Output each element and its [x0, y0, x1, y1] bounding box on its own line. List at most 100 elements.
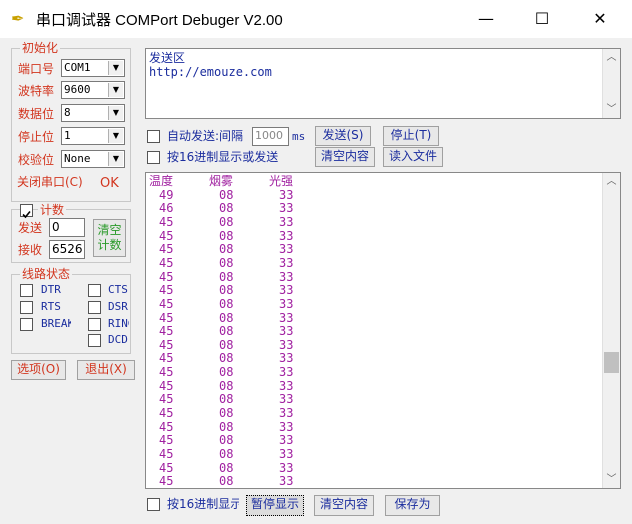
data-cell: 45 [159, 460, 174, 475]
close-port-button[interactable]: 关闭串口(C) [17, 174, 95, 194]
chevron-down-icon[interactable]: ▼ [108, 61, 123, 75]
ring-checkbox[interactable] [88, 318, 101, 331]
stopbits-select[interactable]: 1 ▼ [61, 127, 125, 145]
chevron-down-icon[interactable]: ▼ [108, 83, 123, 97]
data-cell: 45 [159, 269, 174, 284]
data-cell: 33 [279, 474, 294, 489]
scroll-up-icon[interactable]: ︿ [603, 49, 620, 66]
dsr-label: DSR [108, 300, 128, 313]
data-cell: 08 [219, 214, 234, 229]
baud-select[interactable]: 9600 ▼ [61, 81, 125, 99]
auto-send-checkbox[interactable] [147, 130, 160, 143]
line-status-title: 线路状态 [20, 266, 73, 282]
clear-count-button[interactable]: 清空计数 [93, 219, 126, 257]
data-cell: 45 [159, 406, 174, 421]
port-value: COM1 [64, 61, 91, 74]
column-header: 温度 [149, 174, 174, 188]
data-cell: 45 [159, 324, 174, 339]
read-file-button[interactable]: 读入文件 [383, 147, 443, 167]
hex-display-checkbox[interactable] [147, 498, 160, 511]
databits-select[interactable]: 8 ▼ [61, 104, 125, 122]
data-cell: 45 [159, 283, 174, 298]
data-cell: 08 [219, 201, 234, 216]
data-cell: 45 [159, 419, 174, 434]
interval-field[interactable]: 1000 [252, 127, 289, 146]
data-cell: 33 [279, 242, 294, 257]
minimize-button[interactable]: — [463, 0, 509, 38]
scroll-down-icon[interactable]: ﹀ [603, 101, 620, 118]
rts-checkbox[interactable] [20, 301, 33, 314]
scroll-down-icon[interactable]: ﹀ [603, 471, 620, 488]
data-cell: 45 [159, 474, 174, 489]
auto-send-label: 自动发送:间隔 [167, 129, 244, 143]
data-cell: 08 [219, 283, 234, 298]
window-title: 串口调试器 COMPort Debuger V2.00 [36, 12, 283, 29]
close-button[interactable]: ✕ [577, 0, 623, 38]
receive-textarea[interactable]: 温度 烟雾 光强 49 08 33 46 08 33 45 08 33 45 08 33 45 08 33 45 08… [145, 172, 621, 489]
port-status: OK [100, 176, 119, 191]
data-cell: 08 [219, 187, 234, 202]
chevron-down-icon[interactable]: ▼ [108, 152, 123, 166]
data-cell: 33 [279, 296, 294, 311]
data-cell: 08 [219, 324, 234, 339]
dcd-checkbox[interactable] [88, 334, 101, 347]
cts-label: CTS [108, 283, 128, 296]
data-cell: 45 [159, 365, 174, 380]
data-cell: 33 [279, 187, 294, 202]
counter-checkbox[interactable] [20, 204, 33, 219]
interval-unit: ms [292, 130, 306, 143]
data-cell: 33 [279, 460, 294, 475]
port-select[interactable]: COM1 ▼ [61, 59, 125, 77]
data-cell: 33 [279, 255, 294, 270]
chevron-down-icon[interactable]: ▼ [108, 106, 123, 120]
column-header: 光强 [269, 174, 294, 188]
dsr-checkbox[interactable] [88, 301, 101, 314]
data-cell: 33 [279, 392, 294, 407]
data-cell: 08 [219, 365, 234, 380]
data-cell: 45 [159, 296, 174, 311]
chevron-down-icon[interactable]: ▼ [108, 129, 123, 143]
stop-button[interactable]: 停止(T) [383, 126, 439, 146]
dtr-checkbox[interactable] [20, 284, 33, 297]
dcd-label: DCD [108, 333, 128, 346]
data-cell: 08 [219, 351, 234, 366]
clear-send-button[interactable]: 清空内容 [315, 147, 375, 167]
data-cell: 33 [279, 419, 294, 434]
data-cell: 08 [219, 255, 234, 270]
data-cell: 08 [219, 433, 234, 448]
parity-select[interactable]: None ▼ [61, 150, 125, 168]
cts-checkbox[interactable] [88, 284, 101, 297]
break-checkbox[interactable] [20, 318, 33, 331]
rts-label: RTS [41, 300, 61, 313]
baud-value: 9600 [64, 83, 91, 96]
dtr-label: DTR [41, 283, 61, 296]
send-scrollbar[interactable]: ︿ ﹀ [602, 49, 620, 118]
options-button[interactable]: 选项(O) [11, 360, 66, 380]
data-cell: 08 [219, 310, 234, 325]
data-cell: 45 [159, 242, 174, 257]
pause-display-button[interactable]: 暂停显示 [246, 495, 304, 516]
stopbits-label: 停止位 [18, 130, 55, 144]
data-cell: 33 [279, 447, 294, 461]
data-cell: 08 [219, 296, 234, 311]
exit-button[interactable]: 退出(X) [77, 360, 135, 380]
data-cell: 08 [219, 269, 234, 284]
data-cell: 08 [219, 460, 234, 475]
send-button[interactable]: 发送(S) [315, 126, 371, 146]
hex-send-checkbox[interactable] [147, 151, 160, 164]
databits-label: 数据位 [18, 107, 55, 121]
data-cell: 33 [279, 228, 294, 243]
clear-receive-button[interactable]: 清空内容 [314, 495, 374, 516]
data-cell: 08 [219, 228, 234, 243]
receive-scrollbar[interactable]: ︿ ﹀ [602, 173, 620, 488]
maximize-button[interactable]: ☐ [519, 0, 565, 38]
counter-group-title: 计数 [38, 202, 67, 218]
send-textarea[interactable]: 发送区 http://emouze.com ︿ ﹀ [145, 48, 621, 119]
data-cell: 33 [279, 214, 294, 229]
data-cell: 33 [279, 433, 294, 448]
scroll-thumb[interactable] [604, 352, 619, 374]
data-cell: 08 [219, 419, 234, 434]
data-cell: 45 [159, 392, 174, 407]
save-as-button[interactable]: 保存为 [385, 495, 440, 516]
scroll-up-icon[interactable]: ︿ [603, 173, 620, 190]
